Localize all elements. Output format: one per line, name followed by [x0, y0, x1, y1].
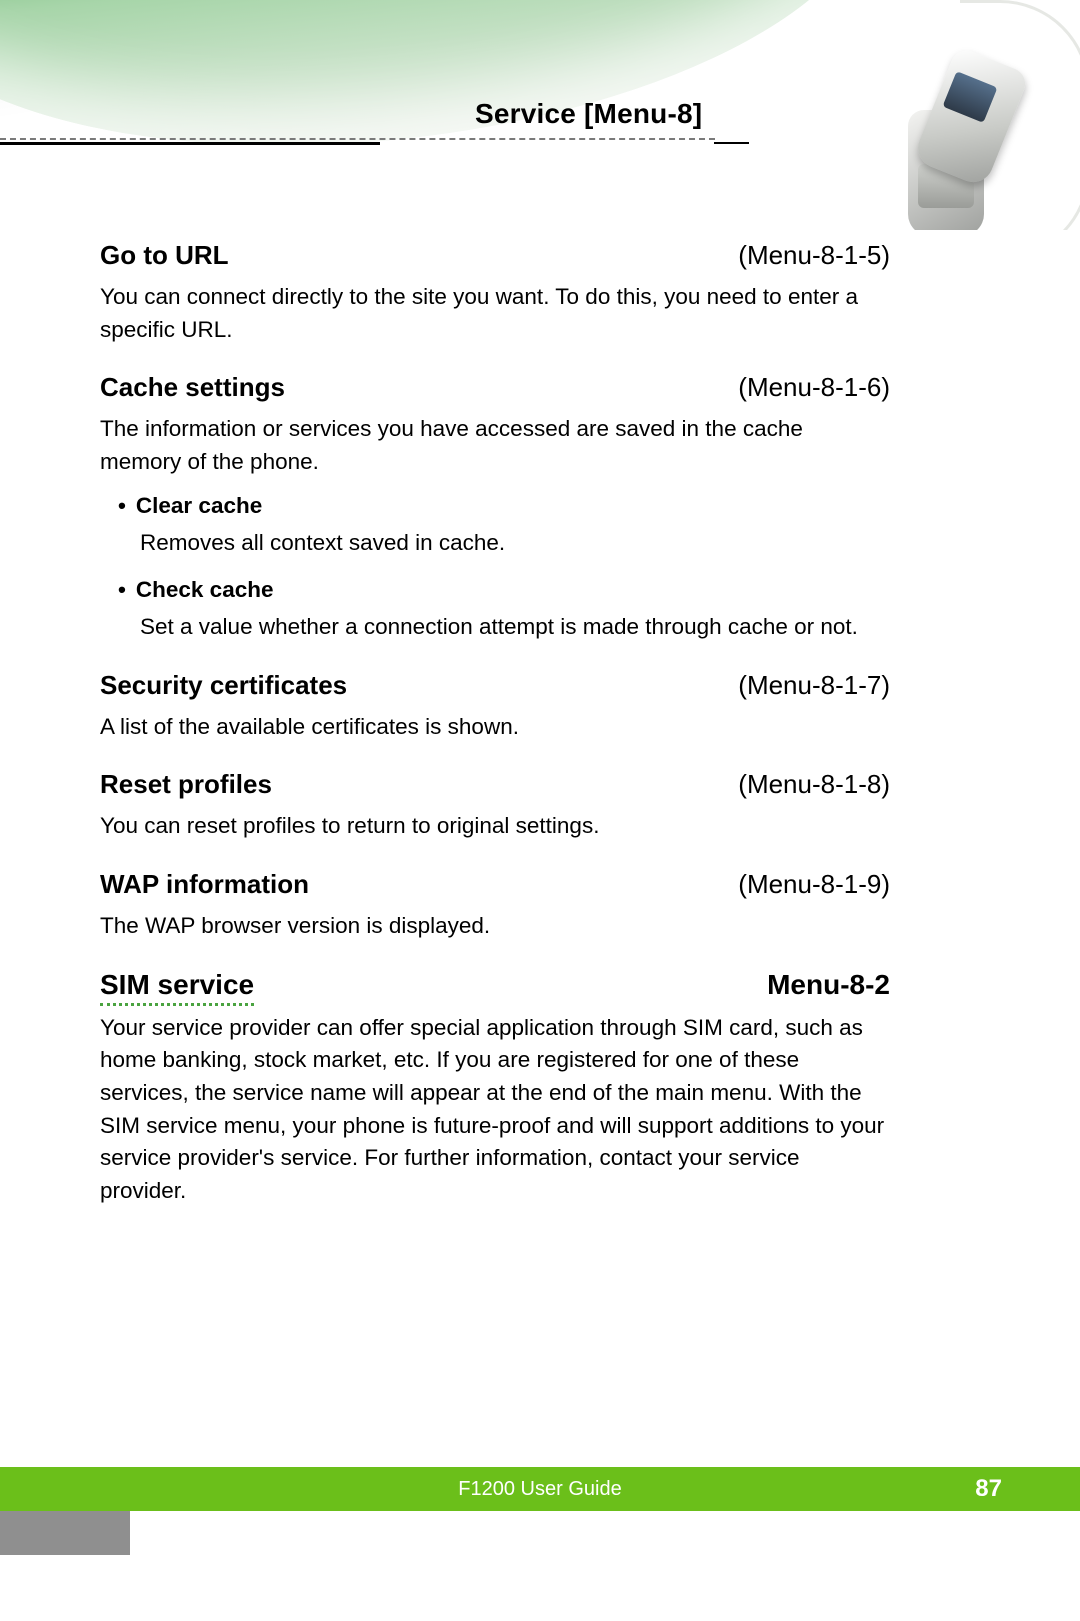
section-body: The information or services you have acc… [100, 413, 890, 478]
section-title: Go to URL [100, 240, 229, 271]
bullet-title: Check cache [118, 577, 890, 603]
section-security-certificates: Security certificates (Menu-8-1-7) A lis… [100, 670, 890, 744]
section-reset-profiles: Reset profiles (Menu-8-1-8) You can rese… [100, 769, 890, 843]
section-menu-label: (Menu-8-1-5) [738, 240, 890, 271]
header-solid-rule [0, 142, 380, 145]
content-area: Go to URL (Menu-8-1-5) You can connect d… [100, 240, 890, 1207]
major-title: SIM service [100, 969, 254, 1006]
header-solid-rule-right [714, 142, 749, 144]
section-menu-label: (Menu-8-1-6) [738, 372, 890, 403]
footer-page-number: 87 [975, 1475, 1002, 1503]
section-go-to-url: Go to URL (Menu-8-1-5) You can connect d… [100, 240, 890, 346]
section-menu-label: (Menu-8-1-7) [738, 670, 890, 701]
section-title: Cache settings [100, 372, 285, 403]
section-menu-label: (Menu-8-1-9) [738, 869, 890, 900]
footer-bar: F1200 User Guide 87 [0, 1467, 1080, 1511]
footer-guide-label: F1200 User Guide [458, 1478, 621, 1501]
section-menu-label: (Menu-8-1-8) [738, 769, 890, 800]
bullet-body: Removes all context saved in cache. [140, 527, 890, 560]
section-body: A list of the available certificates is … [100, 711, 890, 744]
major-body: Your service provider can offer special … [100, 1012, 890, 1208]
section-sim-service: SIM service Menu-8-2 Your service provid… [100, 969, 890, 1208]
phone-lanyard [960, 0, 1080, 230]
major-menu-label: Menu-8-2 [767, 969, 890, 1001]
bullet-list: Clear cache Removes all context saved in… [118, 493, 890, 644]
footer-shadow [0, 1511, 130, 1555]
page-title: Service [Menu-8] [475, 98, 702, 130]
bullet-clear-cache: Clear cache Removes all context saved in… [118, 493, 890, 560]
section-body: You can connect directly to the site you… [100, 281, 890, 346]
section-title: WAP information [100, 869, 309, 900]
section-body: You can reset profiles to return to orig… [100, 810, 890, 843]
bullet-title: Clear cache [118, 493, 890, 519]
bullet-body: Set a value whether a connection attempt… [140, 611, 890, 644]
section-cache-settings: Cache settings (Menu-8-1-6) The informat… [100, 372, 890, 644]
bullet-check-cache: Check cache Set a value whether a connec… [118, 577, 890, 644]
section-wap-information: WAP information (Menu-8-1-9) The WAP bro… [100, 869, 890, 943]
section-body: The WAP browser version is displayed. [100, 910, 890, 943]
section-title: Security certificates [100, 670, 347, 701]
section-title: Reset profiles [100, 769, 272, 800]
header-dashed-rule [0, 138, 715, 140]
